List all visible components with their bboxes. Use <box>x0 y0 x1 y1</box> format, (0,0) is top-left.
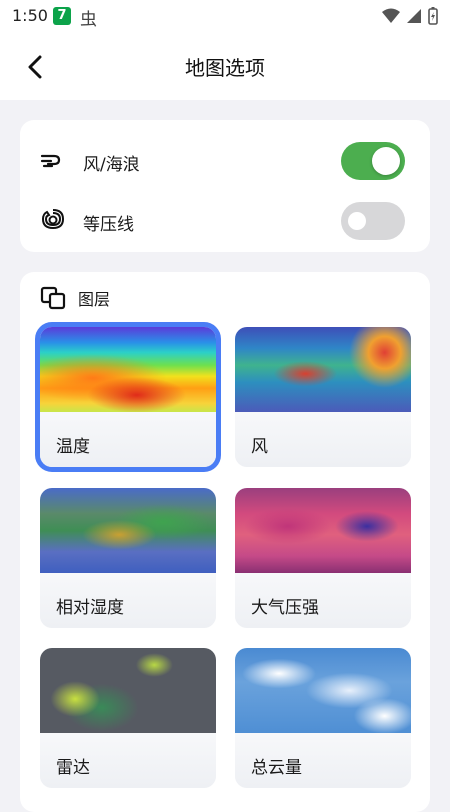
layer-label: 温度 <box>40 412 216 467</box>
toggle-label-wind-waves: 风/海浪 <box>83 155 140 175</box>
battery-icon <box>428 7 438 25</box>
layer-tile-radar[interactable]: 雷达 <box>40 648 216 788</box>
temperature-map-thumbnail <box>40 327 216 412</box>
wind-waves-icon <box>40 154 61 168</box>
isobar-icon <box>41 209 65 230</box>
wifi-icon <box>382 8 400 23</box>
isobars-switch[interactable] <box>341 202 405 240</box>
humidity-map-thumbnail <box>40 488 216 573</box>
bug-notification-icon: 虫 <box>80 10 97 30</box>
wind-waves-switch[interactable] <box>341 142 405 180</box>
overlay-options-card: 风/海浪 等压线 <box>20 120 430 252</box>
layer-label: 风 <box>235 412 411 467</box>
cloud-cover-map-thumbnail <box>235 648 411 733</box>
layer-label: 大气压强 <box>235 573 411 628</box>
status-bar: 1:50 7 虫 <box>0 0 450 32</box>
layers-icon <box>40 286 66 310</box>
layer-tile-wind[interactable]: 风 <box>235 327 411 467</box>
toggle-row-wind-waves: 风/海浪 <box>20 126 430 186</box>
toggle-label-isobars: 等压线 <box>83 215 134 235</box>
pressure-map-thumbnail <box>235 488 411 573</box>
toggle-row-isobars: 等压线 <box>20 186 430 246</box>
layers-title: 图层 <box>78 290 111 309</box>
layer-tile-temperature[interactable]: 温度 <box>35 322 221 472</box>
layers-header: 图层 <box>40 286 110 310</box>
wind-map-thumbnail <box>235 327 411 412</box>
nav-bar: 地图选项 <box>0 32 450 100</box>
layer-label: 雷达 <box>40 733 216 788</box>
layer-tile-pressure[interactable]: 大气压强 <box>235 488 411 628</box>
status-time: 1:50 <box>12 6 48 25</box>
layer-label: 总云量 <box>235 733 411 788</box>
switch-knob <box>348 212 366 230</box>
page-title: 地图选项 <box>185 56 265 80</box>
app-notification-icon: 7 <box>53 7 71 25</box>
signal-icon <box>407 9 421 23</box>
layer-tile-humidity[interactable]: 相对湿度 <box>40 488 216 628</box>
switch-knob <box>372 147 400 175</box>
layer-label: 相对湿度 <box>40 573 216 628</box>
status-indicators <box>382 7 438 25</box>
layers-card: 图层 温度 风 相对湿度 大气压强 雷达 总云量 <box>20 272 430 812</box>
layer-tile-cloud-cover[interactable]: 总云量 <box>235 648 411 788</box>
radar-map-thumbnail <box>40 648 216 733</box>
